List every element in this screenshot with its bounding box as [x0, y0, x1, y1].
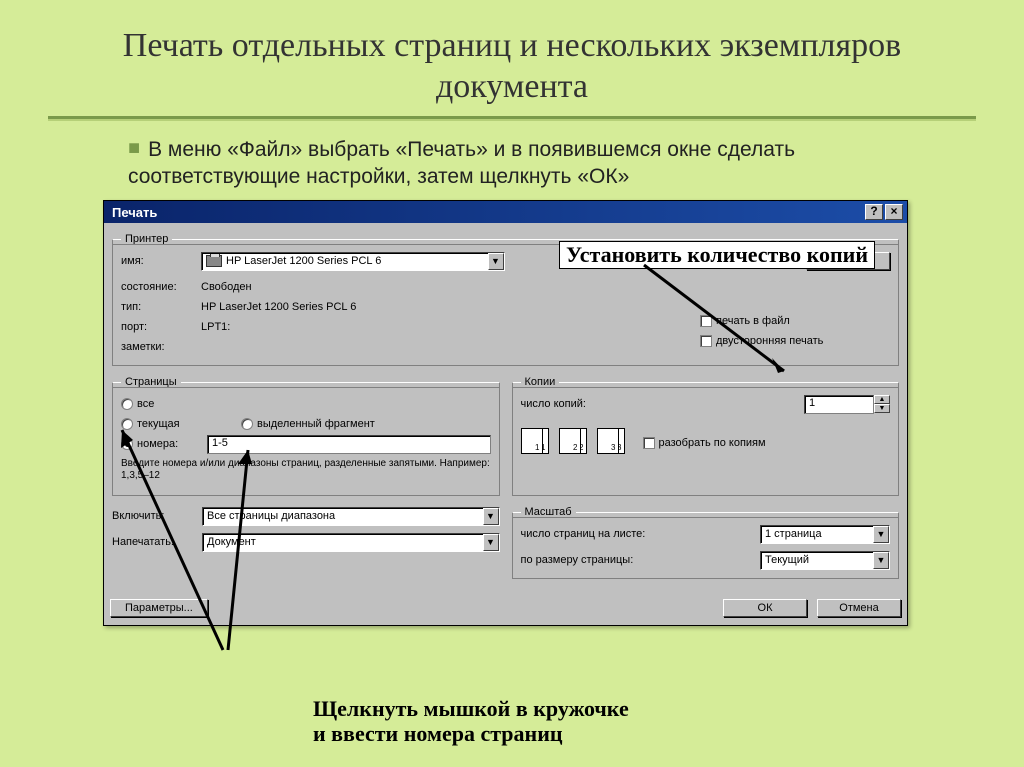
port-label: порт: [121, 321, 201, 333]
print-to-file-label: печать в файл [716, 315, 790, 327]
print-what-label: Напечатать: [112, 536, 202, 548]
fit-dropdown[interactable]: Текущий ▼ [760, 551, 890, 570]
page-numbers-input[interactable]: 1-5 [207, 435, 491, 454]
chevron-down-icon[interactable]: ▼ [488, 253, 504, 270]
state-label: состояние: [121, 281, 201, 293]
fit-label: по размеру страницы: [521, 554, 755, 566]
help-button[interactable]: ? [865, 204, 883, 220]
chevron-down-icon[interactable]: ▼ [873, 526, 889, 543]
port-value: LPT1: [201, 321, 230, 333]
cancel-button[interactable]: Отмена [817, 599, 901, 617]
radio-numbers[interactable]: номера: [121, 438, 201, 450]
printer-icon [206, 255, 222, 267]
slide-subtitle: ■В меню «Файл» выбрать «Печать» и в появ… [8, 129, 1016, 197]
per-sheet-value: 1 страница [761, 527, 873, 541]
print-to-file-check[interactable]: печать в файл [700, 311, 890, 331]
copies-legend: Копии [521, 376, 560, 388]
radio-current-label: текущая [137, 418, 180, 430]
spin-up-icon[interactable]: ▲ [874, 395, 890, 404]
type-label: тип: [121, 301, 201, 313]
include-label: Включить: [112, 510, 202, 522]
radio-numbers-label: номера: [137, 438, 178, 450]
per-sheet-dropdown[interactable]: 1 страница ▼ [760, 525, 890, 544]
pages-group: Страницы все текущая выделенный фрагмент… [112, 376, 500, 496]
spin-down-icon[interactable]: ▼ [874, 404, 890, 413]
subtitle-text: В меню «Файл» выбрать «Печать» и в появи… [128, 138, 795, 188]
printer-name-label: имя: [121, 255, 201, 267]
state-value: Свободен [201, 281, 252, 293]
copies-count-value[interactable]: 1 [804, 395, 874, 414]
printer-legend: Принтер [121, 233, 172, 245]
type-value: HP LaserJet 1200 Series PCL 6 [201, 301, 356, 313]
pages-hint: Введите номера и/или диапазоны страниц, … [121, 458, 491, 482]
bullet-icon: ■ [128, 137, 140, 159]
callout-copies: Установить количество копий [559, 241, 875, 269]
print-dialog: Печать ? × Принтер имя: HP LaserJet 1200… [103, 200, 908, 626]
duplex-label: двусторонняя печать [716, 335, 823, 347]
per-sheet-label: число страниц на листе: [521, 528, 755, 540]
scale-legend: Масштаб [521, 506, 576, 518]
radio-current[interactable]: текущая [121, 418, 241, 430]
callout-pages-line1: Щелкнуть мышкой в кружочке [313, 696, 629, 721]
callout-pages: Щелкнуть мышкой в кружочке и ввести номе… [313, 696, 629, 747]
duplex-check[interactable]: двусторонняя печать [700, 331, 890, 351]
print-what-dropdown[interactable]: Документ ▼ [202, 533, 500, 552]
callout-pages-line2: и ввести номера страниц [313, 721, 629, 746]
ok-button[interactable]: ОК [723, 599, 807, 617]
radio-all[interactable]: все [121, 394, 491, 414]
print-what-value: Документ [203, 535, 483, 549]
chevron-down-icon[interactable]: ▼ [483, 534, 499, 551]
pages-legend: Страницы [121, 376, 181, 388]
radio-all-label: все [137, 398, 154, 410]
copies-group: Копии число копий: 1 ▲▼ 11 [512, 376, 900, 496]
radio-selection[interactable]: выделенный фрагмент [241, 418, 375, 430]
title-separator [48, 116, 976, 119]
printer-name-value: HP LaserJet 1200 Series PCL 6 [226, 255, 381, 267]
parameters-button[interactable]: Параметры... [110, 599, 208, 617]
fit-value: Текущий [761, 553, 873, 567]
copies-count-label: число копий: [521, 398, 797, 410]
close-button[interactable]: × [885, 204, 903, 220]
chevron-down-icon[interactable]: ▼ [873, 552, 889, 569]
include-dropdown[interactable]: Все страницы диапазона ▼ [202, 507, 500, 526]
printer-name-dropdown[interactable]: HP LaserJet 1200 Series PCL 6 ▼ [201, 252, 505, 271]
collate-label: разобрать по копиям [659, 437, 766, 449]
copies-spinner[interactable]: 1 ▲▼ [804, 395, 890, 414]
dialog-titlebar[interactable]: Печать ? × [104, 201, 907, 223]
collate-illustration: 11 22 33 [521, 428, 629, 458]
radio-selection-label: выделенный фрагмент [257, 418, 375, 430]
slide-title: Печать отдельных страниц и нескольких эк… [8, 8, 1016, 112]
dialog-title: Печать [112, 205, 157, 220]
include-value: Все страницы диапазона [203, 509, 483, 523]
collate-check[interactable]: разобрать по копиям [643, 437, 766, 449]
notes-label: заметки: [121, 341, 201, 353]
chevron-down-icon[interactable]: ▼ [483, 508, 499, 525]
scale-group: Масштаб число страниц на листе: 1 страни… [512, 506, 900, 579]
